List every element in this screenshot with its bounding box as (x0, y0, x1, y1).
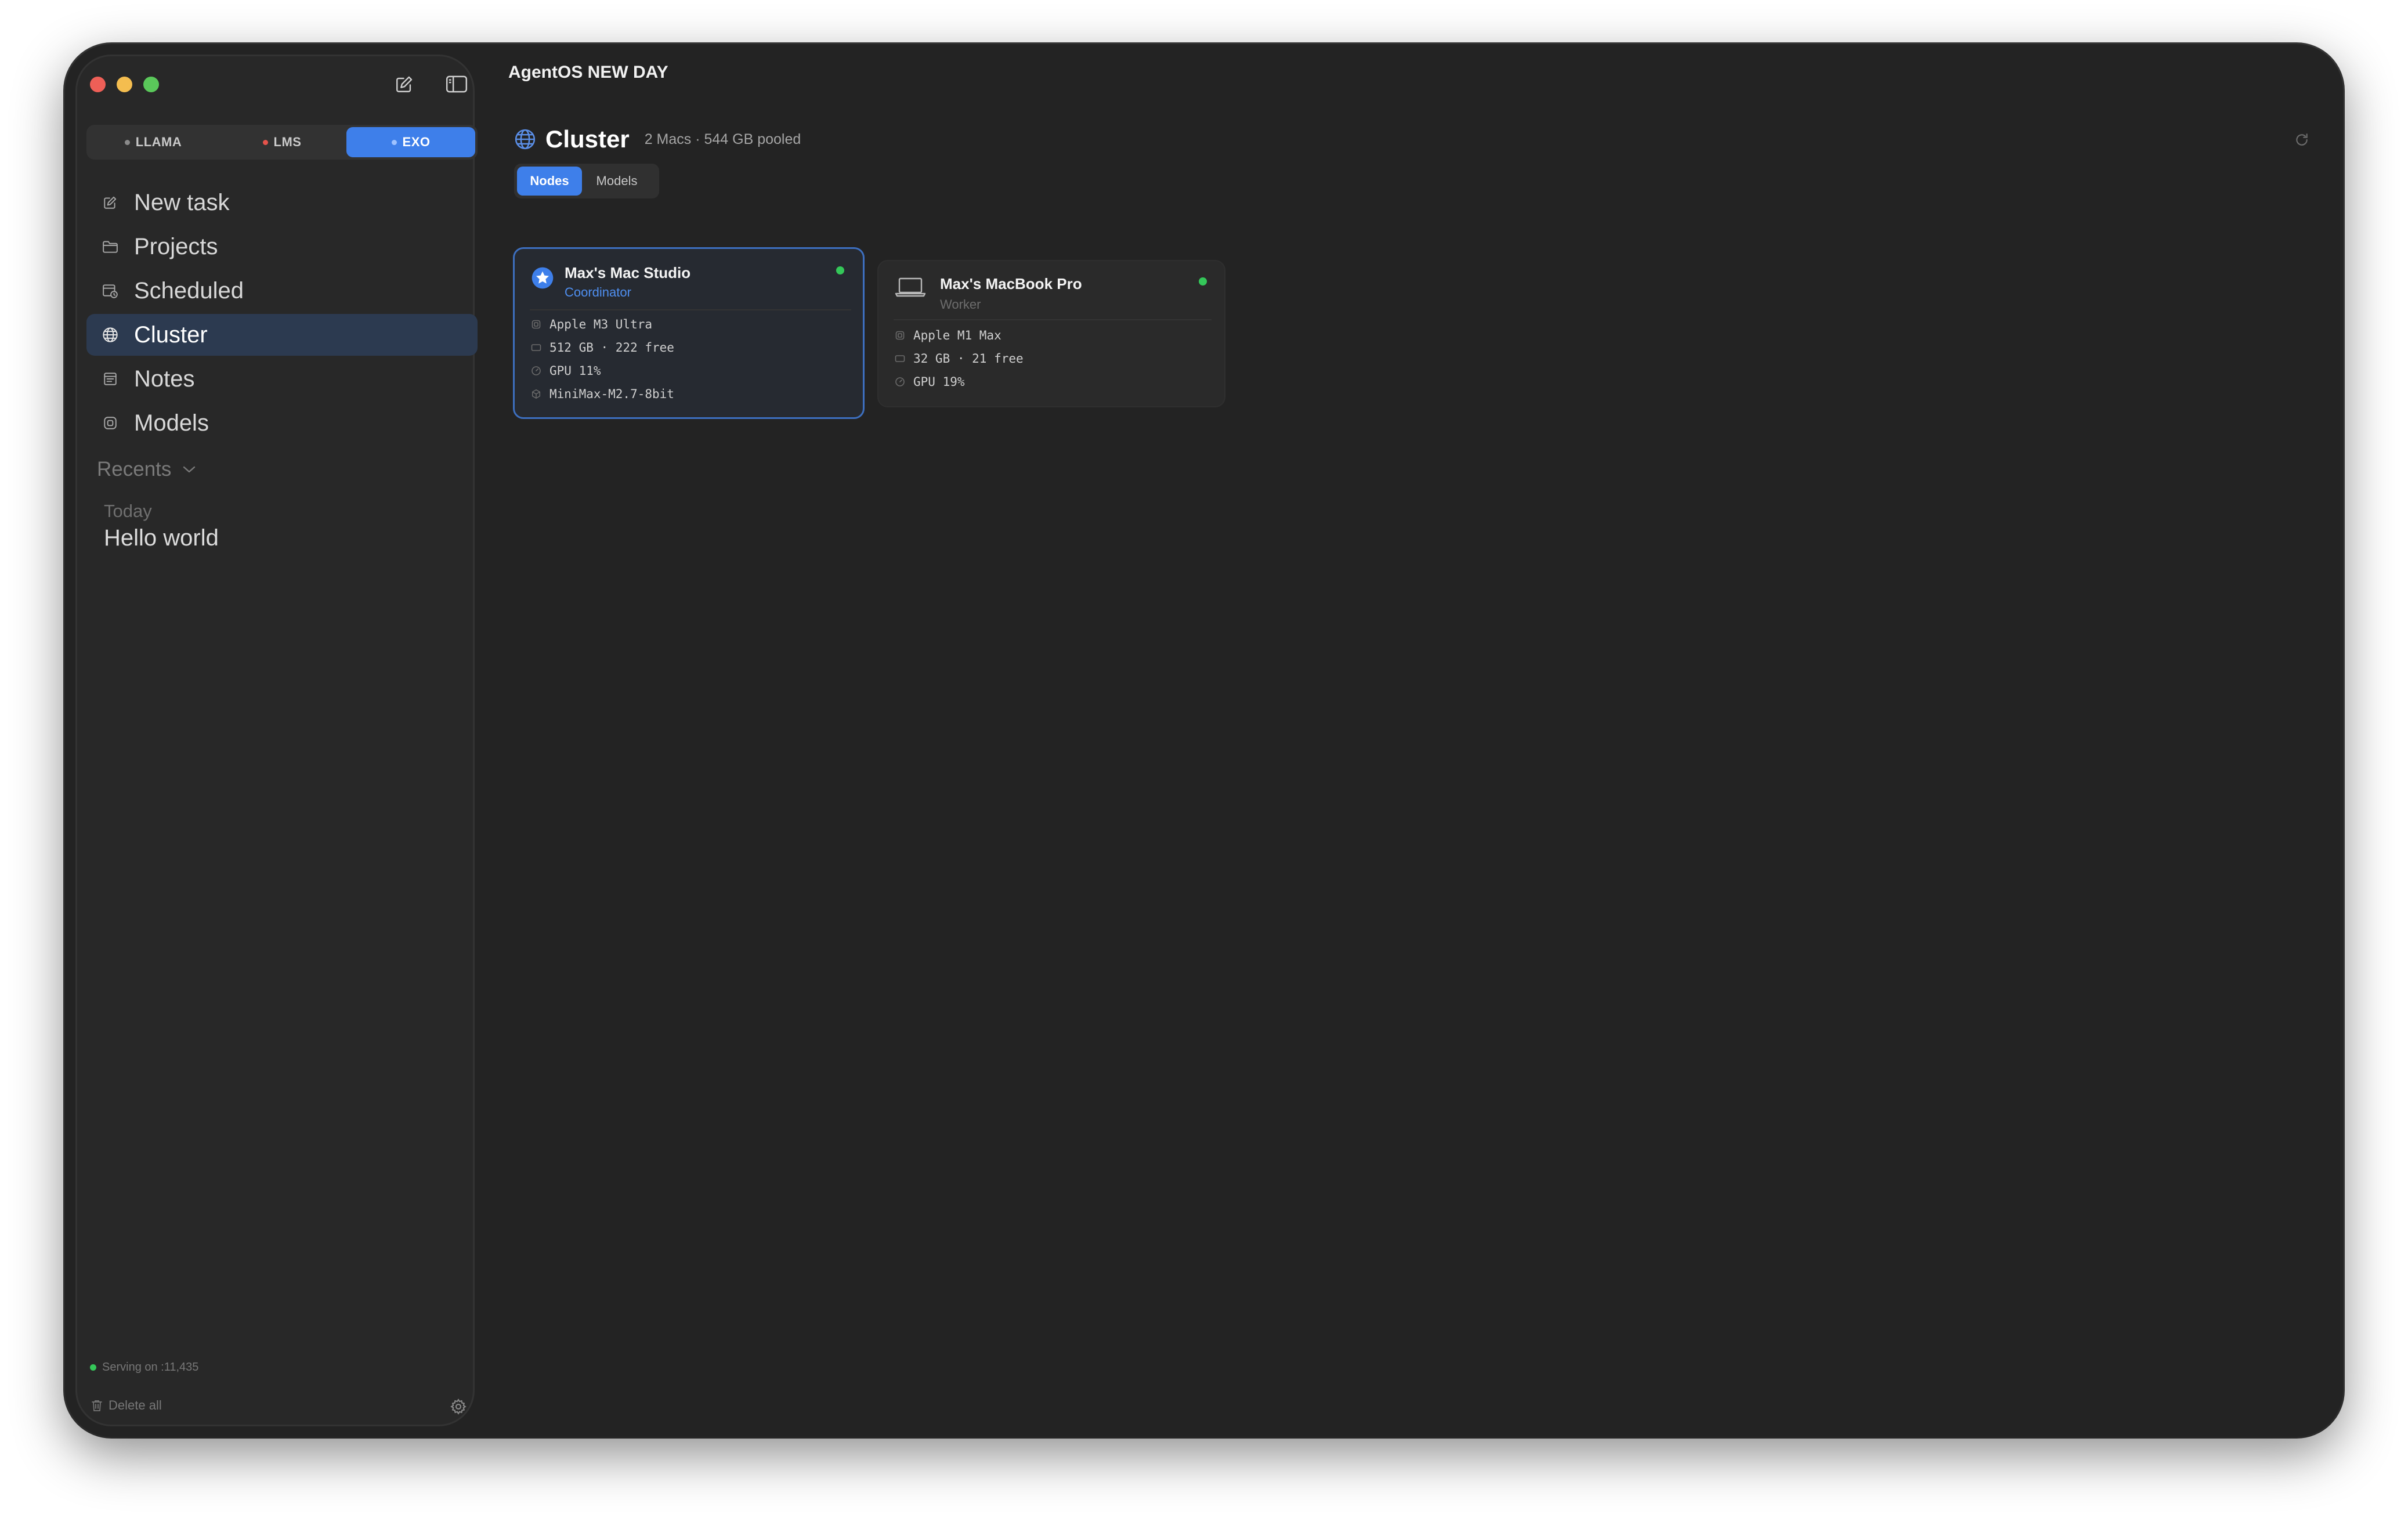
node-gpu: GPU 11% (531, 364, 601, 378)
sidebar-item-label: Cluster (134, 321, 208, 348)
backend-exo-button[interactable]: EXO (346, 127, 475, 157)
chevron-down-icon (182, 465, 197, 474)
node-chip-text: Apple M3 Ultra (549, 317, 653, 331)
node-memory-text: 512 GB · 222 free (549, 341, 674, 355)
sidebar-item-new-task[interactable]: New task (86, 182, 478, 223)
node-name: Max's Mac Studio (565, 264, 691, 281)
node-chip: Apple M3 Ultra (531, 317, 652, 331)
backend-switcher: LLAMA LMS EXO (86, 125, 478, 160)
star-badge-icon (531, 266, 554, 290)
minimize-window-button[interactable] (117, 77, 132, 92)
recent-item[interactable]: Hello world (104, 525, 219, 551)
sidebar-item-label: New task (134, 189, 230, 215)
close-window-button[interactable] (90, 77, 106, 92)
node-gpu: GPU 19% (895, 375, 965, 389)
calendar-clock-icon (102, 282, 119, 299)
sidebar-item-scheduled[interactable]: Scheduled (86, 270, 478, 312)
memory-icon (531, 342, 541, 353)
page-header: Cluster 2 Macs · 544 GB pooled (514, 125, 801, 153)
zoom-window-button[interactable] (143, 77, 159, 92)
folder-icon (102, 238, 119, 255)
sidebar-item-cluster[interactable]: Cluster (86, 314, 478, 356)
globe-icon (102, 326, 119, 344)
node-model-text: MiniMax-M2.7-8bit (549, 387, 674, 401)
divider (530, 309, 851, 310)
node-role: Worker (940, 297, 981, 312)
notes-icon (102, 370, 119, 388)
node-card[interactable]: Max's MacBook Pro Worker Apple M1 Max 32… (877, 260, 1225, 407)
memory-icon (895, 353, 905, 364)
laptop-icon (895, 275, 926, 298)
node-gpu-text: GPU 11% (549, 364, 601, 378)
gauge-icon (531, 366, 541, 376)
node-chip-text: Apple M1 Max (913, 328, 1001, 342)
online-status-dot (836, 266, 844, 274)
view-tabs: Nodes Models (514, 164, 659, 198)
tab-nodes[interactable]: Nodes (517, 167, 582, 196)
llama-status-dot (124, 139, 130, 145)
app-window: LLAMA LMS EXO New task Projects Schedule… (65, 44, 2343, 1437)
trash-icon (91, 1399, 103, 1412)
serving-status: Serving on :11,435 (90, 1361, 198, 1374)
sidebar-item-label: Models (134, 410, 209, 436)
node-name: Max's MacBook Pro (940, 275, 1082, 292)
node-memory: 512 GB · 222 free (531, 341, 674, 355)
divider (894, 319, 1212, 320)
sidebar-nav: New task Projects Scheduled Cluster Note… (86, 182, 478, 446)
online-status-dot (1199, 277, 1207, 286)
sidebar: LLAMA LMS EXO New task Projects Schedule… (75, 55, 478, 1426)
page-subtitle: 2 Macs · 544 GB pooled (644, 131, 801, 147)
app-title: AgentOS NEW DAY (508, 63, 668, 82)
tab-models[interactable]: Models (582, 167, 652, 196)
recents-toggle[interactable]: Recents (97, 458, 197, 481)
node-role: Coordinator (565, 285, 631, 299)
serving-status-dot (90, 1364, 96, 1371)
model-cube-icon (531, 389, 541, 399)
backend-label: LMS (273, 135, 302, 149)
sidebar-item-label: Projects (134, 233, 218, 259)
refresh-icon[interactable] (2292, 130, 2312, 150)
compose-icon (102, 194, 119, 211)
cube-icon (102, 414, 119, 432)
node-card[interactable]: Max's Mac Studio Coordinator Apple M3 Ul… (513, 247, 865, 419)
node-gpu-text: GPU 19% (913, 375, 965, 389)
gear-icon[interactable] (449, 1397, 468, 1416)
page-title: Cluster (545, 125, 630, 153)
serving-text: Serving on :11,435 (102, 1361, 199, 1374)
sidebar-item-label: Notes (134, 366, 195, 392)
globe-icon (514, 128, 536, 150)
sidebar-item-notes[interactable]: Notes (86, 358, 478, 400)
delete-all-label: Delete all (109, 1398, 162, 1412)
backend-llama-button[interactable]: LLAMA (89, 127, 218, 157)
backend-label: LLAMA (135, 135, 182, 149)
sidebar-item-models[interactable]: Models (86, 402, 478, 444)
recents-label: Recents (97, 458, 172, 480)
chip-icon (531, 319, 541, 330)
sidebar-toggle-icon[interactable] (445, 73, 468, 96)
sidebar-item-projects[interactable]: Projects (86, 226, 478, 268)
backend-lms-button[interactable]: LMS (218, 127, 346, 157)
recents-group-label: Today (104, 501, 152, 521)
chip-icon (895, 330, 905, 341)
node-memory: 32 GB · 21 free (895, 352, 1024, 366)
lms-status-dot (262, 139, 268, 145)
node-memory-text: 32 GB · 21 free (913, 352, 1024, 366)
exo-status-dot (391, 139, 397, 145)
backend-label: EXO (402, 135, 431, 149)
node-model: MiniMax-M2.7-8bit (531, 387, 674, 401)
compose-icon[interactable] (393, 73, 416, 96)
sidebar-item-label: Scheduled (134, 277, 244, 303)
node-chip: Apple M1 Max (895, 328, 1001, 342)
delete-all-button[interactable]: Delete all (91, 1398, 162, 1413)
gauge-icon (895, 377, 905, 387)
